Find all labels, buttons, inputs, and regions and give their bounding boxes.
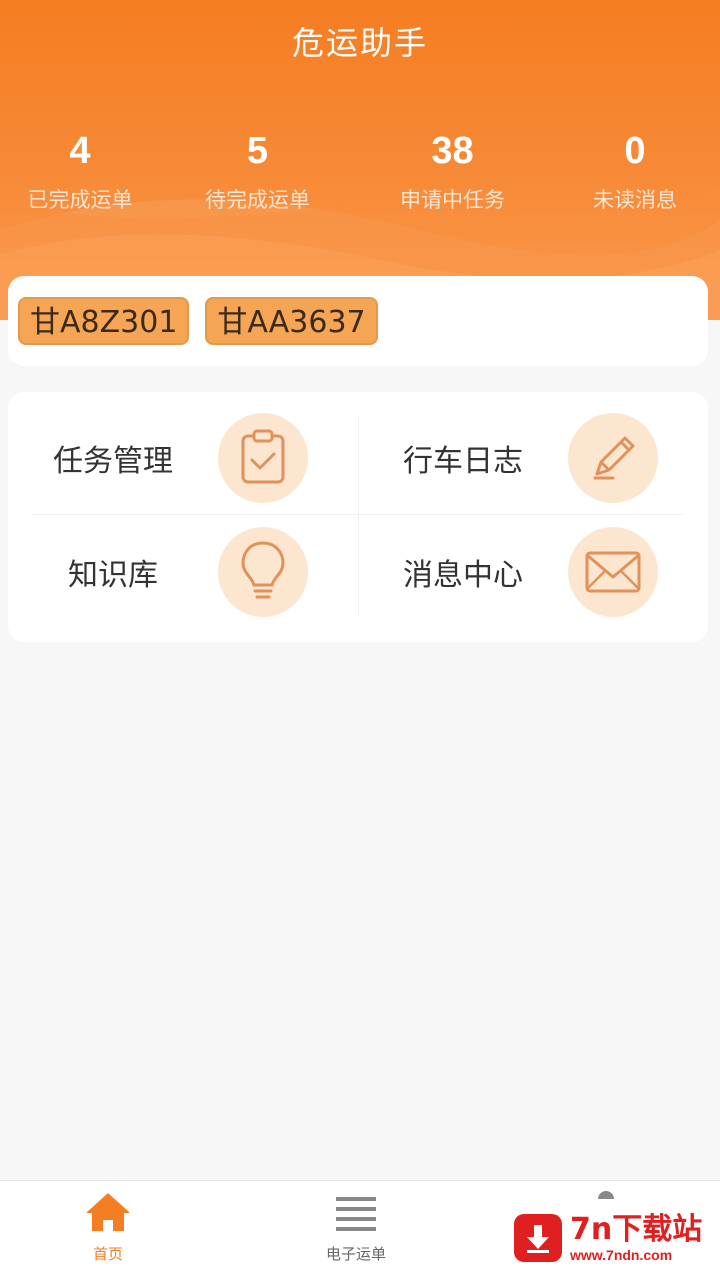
function-grid: 任务管理 行车日志 知识库 消息中心 [8, 392, 708, 642]
home-icon [86, 1193, 130, 1231]
nav-label: 电子运单 [325, 1245, 386, 1263]
watermark-url: www.7ndn.com [570, 1247, 673, 1263]
nav-item-electronic-waybill[interactable]: 电子运单 [276, 1181, 436, 1280]
app-title: 危运助手 [291, 24, 428, 62]
divider [32, 514, 684, 515]
grid-item-knowledge-base[interactable]: 知识库 [8, 516, 348, 628]
list-icon [336, 1197, 376, 1231]
stat-label: 已完成运单 [27, 188, 133, 212]
grid-item-label: 消息中心 [403, 558, 523, 593]
stat-pending-orders[interactable]: 5 待完成运单 [160, 128, 355, 214]
download-icon [514, 1214, 562, 1262]
stat-value: 38 [431, 130, 474, 172]
header: 危运助手 4 已完成运单 5 待完成运单 38 申请中任务 0 未读消息 [0, 0, 720, 320]
grid-item-label: 任务管理 [53, 444, 173, 479]
plate-tag[interactable]: 甘AA3637 [205, 297, 378, 345]
stat-value: 5 [246, 130, 269, 172]
stats-row: 4 已完成运单 5 待完成运单 38 申请中任务 0 未读消息 [0, 128, 720, 214]
vehicle-plates-card: 甘A8Z301 甘AA3637 [8, 276, 708, 366]
nav-label: 首页 [92, 1245, 123, 1263]
grid-item-message-center[interactable]: 消息中心 [358, 516, 698, 628]
stat-value: 4 [69, 130, 91, 172]
grid-item-driving-log[interactable]: 行车日志 [358, 402, 698, 514]
watermark-brand: 7n下载站 [570, 1212, 703, 1247]
stat-label: 未读消息 [593, 188, 677, 212]
stat-value: 0 [624, 130, 646, 172]
stat-unread-messages[interactable]: 0 未读消息 [550, 128, 720, 214]
profile-icon[interactable] [598, 1191, 614, 1199]
grid-item-label: 行车日志 [403, 444, 523, 479]
grid-item-task-management[interactable]: 任务管理 [8, 402, 348, 514]
pencil-icon [568, 413, 658, 503]
stat-label: 待完成运单 [205, 188, 310, 212]
plate-tag[interactable]: 甘A8Z301 [18, 297, 190, 345]
envelope-icon [568, 527, 658, 617]
nav-item-home[interactable]: 首页 [28, 1181, 188, 1280]
grid-item-label: 知识库 [68, 558, 158, 593]
clipboard-check-icon [218, 413, 308, 503]
stat-applying-tasks[interactable]: 38 申请中任务 [355, 128, 550, 214]
lightbulb-icon [218, 527, 308, 617]
watermark: 7n下载站 www.7ndn.com [504, 1200, 716, 1276]
stat-completed-orders[interactable]: 4 已完成运单 [0, 128, 160, 214]
stat-label: 申请中任务 [400, 188, 505, 212]
